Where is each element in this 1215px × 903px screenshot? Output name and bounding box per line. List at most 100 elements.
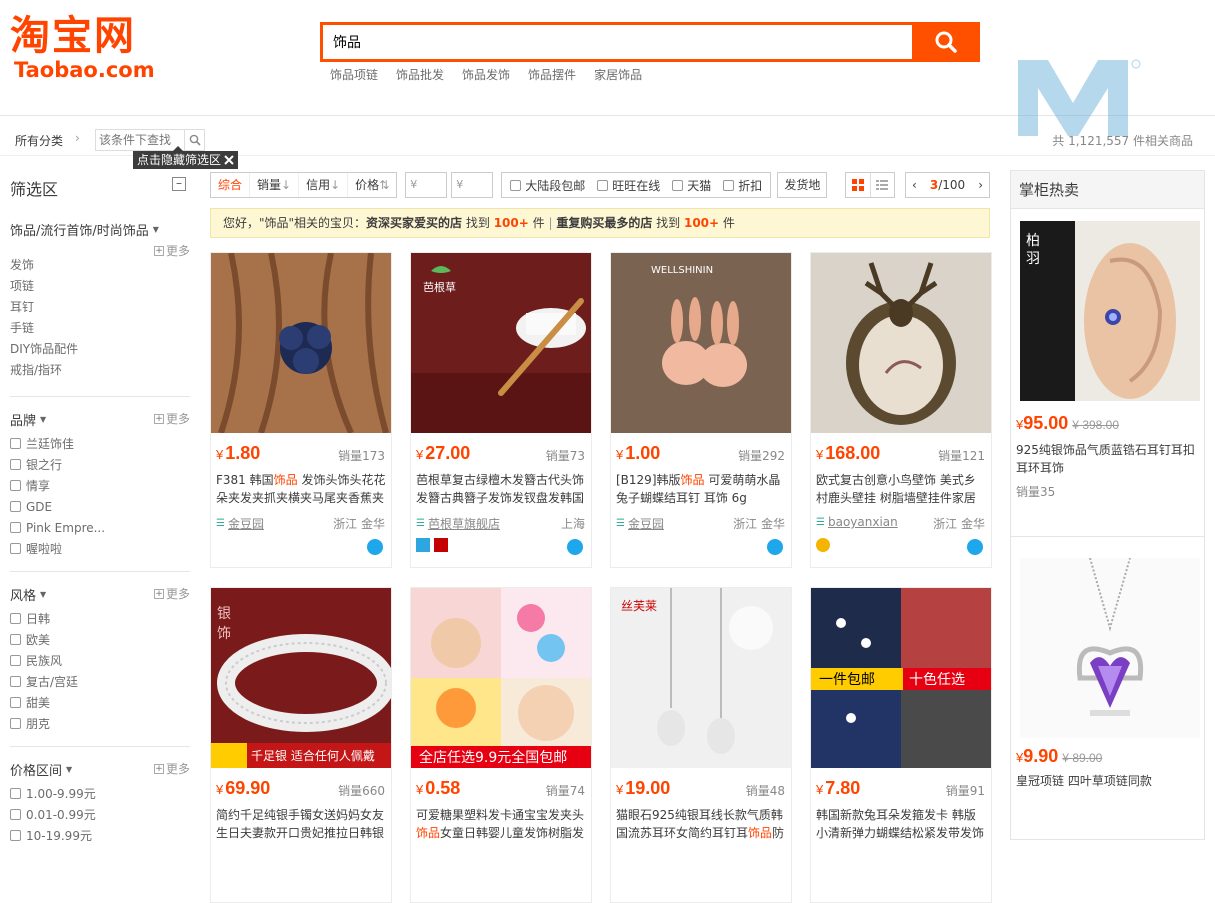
style-option[interactable]: 甜美 [10, 692, 190, 713]
filter-free-shipping[interactable]: 大陆段包邮 [505, 177, 590, 194]
product-title[interactable]: 可爱糖果塑料发卡通宝宝发夹头饰品女童日韩婴儿童发饰树脂发 [416, 806, 586, 844]
style-option[interactable]: 朋克 [10, 713, 190, 734]
brand-option[interactable]: 情享 [10, 475, 190, 496]
checkbox[interactable] [10, 809, 21, 820]
collapse-icon[interactable]: – [172, 177, 186, 191]
product-image[interactable] [811, 253, 991, 433]
product-image[interactable]: 丝芙莱 [611, 588, 791, 768]
style-option[interactable]: 复古/宫廷 [10, 671, 190, 692]
next-page-icon[interactable]: › [978, 178, 983, 192]
brand-option[interactable]: 喔啦啦 [10, 538, 190, 559]
sort-default[interactable]: 综合 [211, 173, 251, 197]
notice-link-a[interactable]: 资深买家爱买的店 [366, 216, 462, 230]
product-card[interactable]: 丝芙莱 ¥19.00 销量48 猫眼石925纯银耳线长款气质韩国流苏耳环女简约耳钉耳饰… [610, 587, 792, 903]
product-title[interactable]: 欧式复古创意小鸟壁饰 美式乡村鹿头壁挂 树脂墙壁挂件家居 [816, 471, 986, 509]
product-image[interactable] [211, 253, 391, 433]
checkbox[interactable] [10, 718, 21, 729]
price-range-head[interactable]: 价格区间 [10, 760, 62, 779]
hotword-link[interactable]: 饰品发饰 [462, 66, 510, 83]
checkbox[interactable] [510, 179, 522, 191]
checkbox[interactable] [10, 522, 21, 533]
shop-link[interactable]: ☰ baoyanxian [816, 515, 898, 529]
checkbox[interactable] [10, 788, 21, 799]
category-item[interactable]: 戒指/指环 [10, 360, 190, 381]
wangwang-chat-icon[interactable] [767, 539, 783, 555]
price-option[interactable]: 1.00-9.99元 [10, 783, 190, 804]
checkbox[interactable] [10, 830, 21, 841]
grid-view-button[interactable] [846, 173, 871, 197]
more-button[interactable]: + 更多 [153, 760, 190, 777]
search-button[interactable] [912, 22, 980, 62]
product-image[interactable]: 全店任选9.9元全国包邮 [411, 588, 591, 768]
more-button[interactable]: + 更多 [153, 242, 190, 259]
taobao-logo[interactable]: 淘宝网 Taobao.com [10, 14, 170, 86]
product-card[interactable]: WELLSHININ ¥1.00 销量292 [B129]韩版饰品 可爱萌萌水晶兔子蝴… [610, 252, 792, 568]
product-title[interactable]: 韩国新款兔耳朵发箍发卡 韩版小清新弹力蝴蝶结松紧发带发饰 [816, 806, 986, 844]
hot-item-card[interactable]: ¥9.90 ¥ 89.00 皇冠项链 四叶草项链同款 [1011, 546, 1204, 836]
price-option[interactable]: 0.01-0.99元 [10, 804, 190, 825]
hotword-link[interactable]: 饰品项链 [330, 66, 378, 83]
brand-option[interactable]: GDE [10, 496, 190, 517]
style-option[interactable]: 欧美 [10, 629, 190, 650]
list-view-button[interactable] [871, 173, 895, 197]
sort-price[interactable]: 价格⇅ [348, 173, 396, 197]
shop-link[interactable]: ☰ 芭根草旗舰店 [416, 515, 500, 532]
style-head[interactable]: 风格 [10, 585, 36, 604]
ship-from-dropdown[interactable]: 发货地 [777, 172, 828, 198]
checkbox[interactable] [10, 501, 21, 512]
product-card[interactable]: ¥1.80 销量173 F381 韩国饰品 发饰头饰头花花朵夹发夹抓夹横夹马尾夹香蕉… [210, 252, 392, 568]
price-option[interactable]: 10-19.99元 [10, 825, 190, 846]
brand-option[interactable]: 银之行 [10, 454, 190, 475]
hot-item-image[interactable] [1020, 558, 1200, 738]
hot-item-title[interactable]: 皇冠项链 四叶草项链同款 [1016, 772, 1196, 790]
product-card[interactable]: 一件包邮 十色任选 ¥7.80 销量91 韩国新款兔耳朵发箍发卡 韩版小清新弹力蝴蝶结松… [810, 587, 992, 903]
filter-search-button[interactable] [184, 130, 204, 150]
more-button[interactable]: + 更多 [153, 410, 190, 427]
product-title[interactable]: [B129]韩版饰品 可爱萌萌水晶兔子蝴蝶结耳钉 耳饰 6g [616, 471, 786, 509]
checkbox[interactable] [10, 613, 21, 624]
price-from-input[interactable]: ¥ [405, 172, 448, 198]
notice-link-b[interactable]: 重复购买最多的店 [556, 216, 652, 230]
product-card[interactable]: 全店任选9.9元全国包邮 ¥0.58 销量74 可爱糖果塑料发卡通宝宝发夹头饰品女童日… [410, 587, 592, 903]
shop-link[interactable]: ☰ 金豆园 [216, 515, 264, 532]
checkbox[interactable] [10, 655, 21, 666]
brand-head[interactable]: 品牌 [10, 410, 36, 429]
checkbox[interactable] [10, 480, 21, 491]
filter-online[interactable]: 旺旺在线 [592, 177, 665, 194]
price-to-input[interactable]: ¥ [451, 172, 494, 198]
checkbox[interactable] [10, 543, 21, 554]
brand-option[interactable]: 兰廷饰佳 [10, 433, 190, 454]
category-item[interactable]: 耳钉 [10, 297, 190, 318]
wangwang-chat-icon[interactable] [967, 539, 983, 555]
search-input[interactable] [323, 25, 908, 59]
product-card[interactable]: 千足银 适合任何人佩戴 银饰 ¥69.90 销量660 简约千足纯银手镯女送妈妈女友生日… [210, 587, 392, 903]
product-title[interactable]: 简约千足纯银手镯女送妈妈女友生日夫妻款开口贵妃推拉日韩银 [216, 806, 386, 844]
product-image[interactable]: 一件包邮 十色任选 [811, 588, 991, 768]
filter-tmall[interactable]: 天猫 [667, 177, 716, 194]
checkbox[interactable] [10, 459, 21, 470]
checkbox[interactable] [10, 676, 21, 687]
hot-item-card[interactable]: 柏 羽 ¥95.00 ¥ 398.00 925纯银饰品气质蓝锆石耳钉耳扣耳环耳饰 … [1011, 209, 1204, 539]
category-item[interactable]: 项链 [10, 276, 190, 297]
prev-page-icon[interactable]: ‹ [912, 178, 917, 192]
hotword-link[interactable]: 饰品摆件 [528, 66, 576, 83]
hotword-link[interactable]: 饰品批发 [396, 66, 444, 83]
product-image[interactable]: WELLSHININ [611, 253, 791, 433]
style-option[interactable]: 民族风 [10, 650, 190, 671]
shop-link[interactable]: ☰ 金豆园 [616, 515, 664, 532]
product-image[interactable]: 芭根草 [411, 253, 591, 433]
style-option[interactable]: 日韩 [10, 608, 190, 629]
category-item[interactable]: DIY饰品配件 [10, 339, 190, 360]
hot-item-title[interactable]: 925纯银饰品气质蓝锆石耳钉耳扣耳环耳饰 [1016, 441, 1196, 477]
category-head[interactable]: 饰品/流行首饰/时尚饰品 [10, 220, 149, 239]
close-icon[interactable] [224, 155, 234, 165]
product-title[interactable]: 猫眼石925纯银耳线长款气质韩国流苏耳环女简约耳钉耳饰品防 [616, 806, 786, 844]
product-title[interactable]: 芭根草复古绿檀木发簪古代头饰发簪古典簪子发饰发钗盘发韩国 [416, 471, 586, 509]
product-image[interactable]: 千足银 适合任何人佩戴 银饰 [211, 588, 391, 768]
wangwang-chat-icon[interactable] [367, 539, 383, 555]
product-title[interactable]: F381 韩国饰品 发饰头饰头花花朵夹发夹抓夹横夹马尾夹香蕉夹 [216, 471, 386, 509]
sort-credit[interactable]: 信用↓ [299, 173, 349, 197]
hot-item-image[interactable]: 柏 羽 [1020, 221, 1200, 401]
checkbox[interactable] [10, 634, 21, 645]
product-card[interactable]: 芭根草 ¥27.00 销量73 芭根草复古绿檀木发簪古代头饰发簪古典簪子发饰发钗盘发韩… [410, 252, 592, 568]
